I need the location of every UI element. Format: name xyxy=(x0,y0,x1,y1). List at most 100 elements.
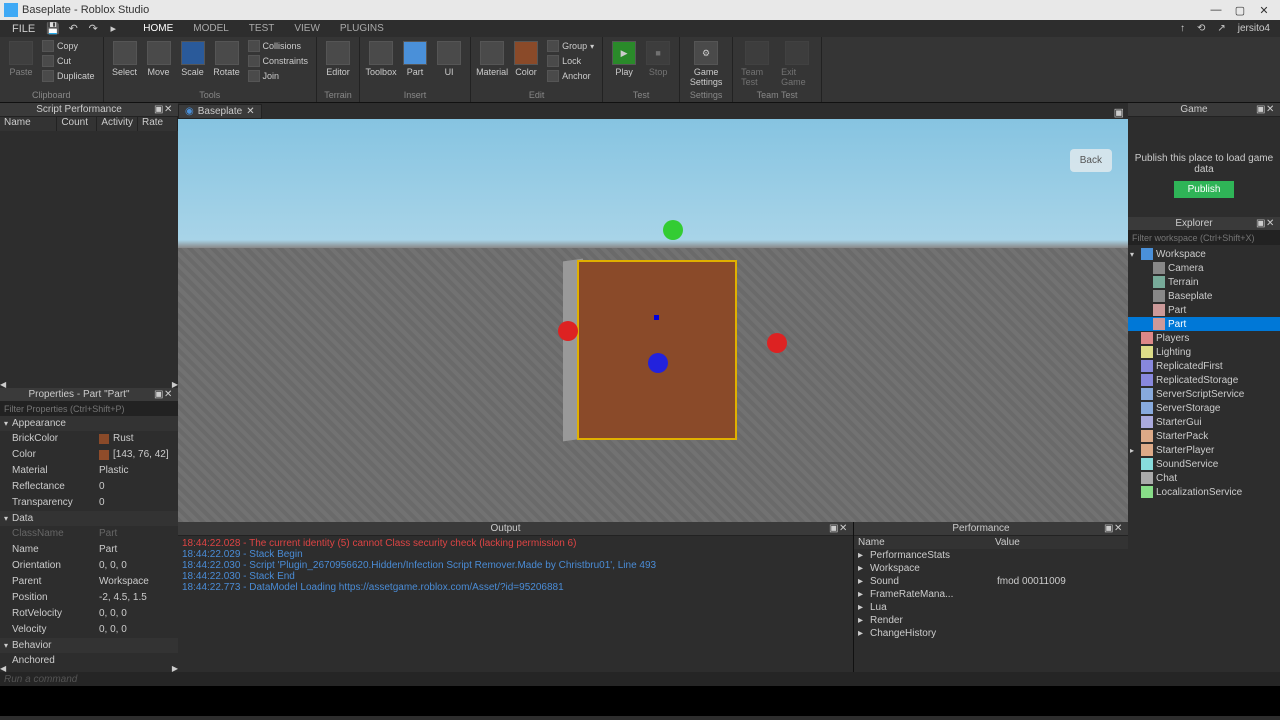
tree-item-part[interactable]: Part xyxy=(1128,303,1280,317)
tree-item-lighting[interactable]: Lighting xyxy=(1128,345,1280,359)
duplicate-button[interactable]: Duplicate xyxy=(40,69,97,83)
tree-item-part[interactable]: Part xyxy=(1128,317,1280,331)
perf-col[interactable]: Value xyxy=(991,536,1128,549)
script-perf-col[interactable]: Rate xyxy=(138,117,178,131)
tree-item-players[interactable]: Players xyxy=(1128,331,1280,345)
scale-handle-top[interactable] xyxy=(663,220,683,240)
tree-item-soundservice[interactable]: SoundService xyxy=(1128,457,1280,471)
tree-item-terrain[interactable]: Terrain xyxy=(1128,275,1280,289)
close-icon[interactable]: ✕ xyxy=(1266,218,1276,229)
dock-icon[interactable]: ▣ xyxy=(1104,523,1114,534)
group-button[interactable]: Group▾ xyxy=(545,39,596,53)
dock-icon[interactable]: ▣ xyxy=(1256,218,1266,229)
output-line[interactable]: 18:44:22.029 - Stack Begin xyxy=(182,549,849,560)
expand-icon[interactable]: ▸ xyxy=(858,550,870,561)
perf-row[interactable]: ▸FrameRateMana... xyxy=(854,588,1128,601)
output-line[interactable]: 18:44:22.773 - DataModel Loading https:/… xyxy=(182,582,849,593)
toolbox-button[interactable]: Toolbox xyxy=(366,39,396,79)
expand-icon[interactable]: ▸ xyxy=(858,602,870,613)
maximize-button[interactable]: ▢ xyxy=(1228,4,1252,17)
join-toggle[interactable]: Join xyxy=(246,69,311,83)
property-row[interactable]: MaterialPlastic xyxy=(0,463,178,479)
material-button[interactable]: Material xyxy=(477,39,507,79)
script-perf-col[interactable]: Activity xyxy=(97,117,138,131)
share-icon[interactable]: ↗ xyxy=(1211,23,1231,34)
dock-icon[interactable]: ▣ xyxy=(154,389,164,400)
viewport-tab[interactable]: ◉ Baseplate ✕ xyxy=(178,104,262,119)
ribbon-tab-model[interactable]: MODEL xyxy=(183,23,239,34)
close-tab-icon[interactable]: ✕ xyxy=(246,106,254,117)
game-panel-header[interactable]: Game ▣ ✕ xyxy=(1128,103,1280,117)
cut-button[interactable]: Cut xyxy=(40,54,97,68)
expand-icon[interactable]: ▸ xyxy=(858,563,870,574)
tree-item-workspace[interactable]: ▾Workspace xyxy=(1128,247,1280,261)
qat-save-icon[interactable]: 💾 xyxy=(44,22,62,36)
tree-item-starterpack[interactable]: StarterPack xyxy=(1128,429,1280,443)
scroll-left-icon[interactable]: ◀ xyxy=(0,380,6,388)
property-row[interactable]: Orientation0, 0, 0 xyxy=(0,558,178,574)
explorer-filter-input[interactable] xyxy=(1128,231,1280,245)
selected-part[interactable] xyxy=(577,260,737,440)
tree-arrow-icon[interactable]: ▾ xyxy=(1130,250,1138,259)
qat-undo-icon[interactable]: ↶ xyxy=(64,22,82,36)
maximize-viewport-icon[interactable]: ▣ xyxy=(1110,106,1128,119)
scale-button[interactable]: Scale xyxy=(178,39,208,79)
property-row[interactable]: Color[143, 76, 42] xyxy=(0,447,178,463)
property-row[interactable]: BrickColorRust xyxy=(0,431,178,447)
tree-item-chat[interactable]: Chat xyxy=(1128,471,1280,485)
properties-filter-input[interactable] xyxy=(0,402,178,416)
tree-item-replicatedstorage[interactable]: ReplicatedStorage xyxy=(1128,373,1280,387)
ribbon-tab-test[interactable]: TEST xyxy=(239,23,285,34)
perf-row[interactable]: ▸Lua xyxy=(854,601,1128,614)
play-button[interactable]: ▶Play xyxy=(609,39,639,79)
tree-item-localizationservice[interactable]: LocalizationService xyxy=(1128,485,1280,499)
property-row[interactable]: Transparency0 xyxy=(0,495,178,511)
scale-handle-left[interactable] xyxy=(558,321,578,341)
collab-icon[interactable]: ⟲ xyxy=(1191,23,1211,34)
perf-row[interactable]: ▸Workspace xyxy=(854,562,1128,575)
property-row[interactable]: ParentWorkspace xyxy=(0,574,178,590)
tree-item-starterplayer[interactable]: ▸StarterPlayer xyxy=(1128,443,1280,457)
output-line[interactable]: 18:44:22.028 - The current identity (5) … xyxy=(182,538,849,549)
color-button[interactable]: Color xyxy=(511,39,541,79)
expand-icon[interactable]: ▸ xyxy=(858,615,870,626)
output-line[interactable]: 18:44:22.030 - Script 'Plugin_2670956620… xyxy=(182,560,849,571)
tree-item-serverscriptservice[interactable]: ServerScriptService xyxy=(1128,387,1280,401)
perf-row[interactable]: ▸PerformanceStats xyxy=(854,549,1128,562)
3d-viewport[interactable]: Back xyxy=(178,119,1128,522)
close-icon[interactable]: ✕ xyxy=(164,104,174,115)
script-perf-col[interactable]: Count xyxy=(57,117,97,131)
output-header[interactable]: Output ▣ ✕ xyxy=(178,522,853,536)
props-section[interactable]: ▾Behavior xyxy=(0,638,178,653)
scale-handle-right[interactable] xyxy=(767,333,787,353)
dock-icon[interactable]: ▣ xyxy=(829,523,839,534)
tree-item-replicatedfirst[interactable]: ReplicatedFirst xyxy=(1128,359,1280,373)
ribbon-tab-home[interactable]: HOME xyxy=(133,23,183,34)
username[interactable]: jersito4 xyxy=(1232,23,1276,34)
perf-col[interactable]: Name xyxy=(854,536,991,549)
property-row[interactable]: RotVelocity0, 0, 0 xyxy=(0,606,178,622)
tree-item-serverstorage[interactable]: ServerStorage xyxy=(1128,401,1280,415)
close-button[interactable]: ✕ xyxy=(1252,4,1276,17)
stop-button[interactable]: ■Stop xyxy=(643,39,673,79)
select-button[interactable]: Select xyxy=(110,39,140,79)
tree-arrow-icon[interactable]: ▸ xyxy=(1130,446,1138,455)
tree-item-camera[interactable]: Camera xyxy=(1128,261,1280,275)
exit-game-button[interactable]: Exit Game xyxy=(779,39,815,89)
properties-header[interactable]: Properties - Part "Part" ▣ ✕ xyxy=(0,388,178,402)
ribbon-tab-plugins[interactable]: PLUGINS xyxy=(330,23,394,34)
expand-icon[interactable]: ▸ xyxy=(858,589,870,600)
expand-icon[interactable]: ▸ xyxy=(858,576,870,587)
props-section[interactable]: ▾Data xyxy=(0,511,178,526)
qat-play-icon[interactable]: ▸ xyxy=(104,22,122,36)
dock-icon[interactable]: ▣ xyxy=(154,104,164,115)
qat-redo-icon[interactable]: ↷ xyxy=(84,22,102,36)
property-row[interactable]: Anchored xyxy=(0,653,178,665)
scroll-left-icon[interactable]: ◀ xyxy=(0,664,6,672)
property-row[interactable]: Position-2, 4.5, 1.5 xyxy=(0,590,178,606)
scale-handle-front[interactable] xyxy=(648,353,668,373)
part-button[interactable]: Part xyxy=(400,39,430,79)
explorer-tree[interactable]: ▾WorkspaceCameraTerrainBaseplatePartPart… xyxy=(1128,245,1280,672)
explorer-header[interactable]: Explorer ▣ ✕ xyxy=(1128,217,1280,231)
close-icon[interactable]: ✕ xyxy=(164,389,174,400)
